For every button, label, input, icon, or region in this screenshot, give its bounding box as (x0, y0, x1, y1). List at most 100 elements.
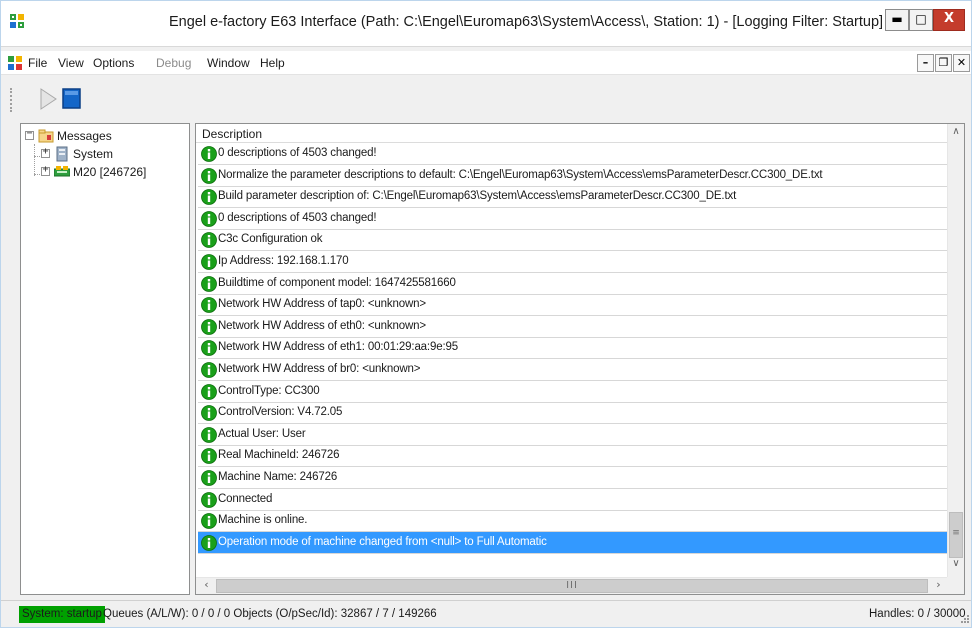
info-icon (201, 513, 217, 530)
maximize-button[interactable]: □ (909, 9, 933, 31)
tree-node-machine[interactable]: + M20 [246726] (41, 164, 189, 180)
vertical-scroll-thumb[interactable]: ≡ (949, 512, 963, 558)
list-item[interactable]: ControlType: CC300 (198, 381, 948, 403)
list-item[interactable]: Operation mode of machine changed from <… (198, 531, 948, 554)
info-icon (201, 362, 217, 378)
list-item[interactable]: Network HW Address of eth1: 00:01:29:aa:… (198, 337, 948, 360)
message-text: C3c Configuration ok (218, 233, 323, 246)
stop-icon[interactable] (59, 85, 85, 113)
mdi-restore-button[interactable]: ❐ (935, 54, 952, 72)
info-icon (201, 448, 217, 465)
info-icon (201, 275, 217, 292)
list-item[interactable]: 0 descriptions of 4503 changed! (198, 143, 948, 165)
menu-view[interactable]: View (58, 56, 84, 70)
menu-debug[interactable]: Debug (156, 56, 191, 70)
list-item[interactable]: Real MachineId: 246726 (198, 445, 948, 468)
message-text: 0 descriptions of 4503 changed! (218, 211, 377, 224)
info-icon (201, 426, 217, 443)
toolbar (1, 79, 971, 119)
message-text: Network HW Address of tap0: <unknown> (218, 298, 426, 311)
chevron-up-icon: ∧ (952, 126, 960, 137)
mdi-minimize-button[interactable]: – (917, 54, 934, 72)
menu-options[interactable]: Options (93, 56, 134, 70)
info-icon (201, 189, 217, 206)
grip-icon: III (566, 580, 578, 591)
message-tree[interactable]: − Messages + System + M20 [246726] (20, 123, 190, 595)
scroll-down-button[interactable]: ∨ (948, 558, 964, 575)
close-icon: X (943, 11, 955, 26)
title-bar[interactable]: Engel e-factory E63 Interface (Path: C:\… (1, 1, 971, 47)
toolbar-grip[interactable] (10, 88, 12, 112)
tree-label-system: System (73, 147, 114, 161)
list-item[interactable]: Connected (198, 489, 948, 511)
list-item[interactable]: Ip Address: 192.168.1.170 (198, 251, 948, 273)
info-icon (201, 340, 217, 357)
status-handles: Handles: 0 / 30000 (869, 608, 966, 620)
message-text: 0 descriptions of 4503 changed! (218, 147, 377, 159)
message-text: Operation mode of machine changed from <… (218, 535, 547, 548)
expand-icon: + (42, 146, 49, 157)
play-icon[interactable] (35, 85, 61, 113)
info-icon (201, 297, 217, 314)
scroll-right-button[interactable]: › (930, 578, 947, 594)
list-item[interactable]: C3c Configuration ok (198, 229, 948, 252)
tree-expander[interactable]: + (41, 146, 50, 158)
horizontal-scroll-thumb[interactable]: III (216, 579, 928, 593)
list-item[interactable]: Network HW Address of tap0: <unknown> (198, 294, 948, 317)
collapse-icon: − (26, 128, 33, 139)
mdi-close-button[interactable]: ✕ (953, 54, 970, 72)
mdi-minimize-icon: – (922, 56, 929, 69)
message-text: Build parameter description of: C:\Engel… (218, 190, 737, 203)
list-item[interactable]: ControlVersion: V4.72.05 (198, 402, 948, 425)
list-item[interactable]: Machine Name: 246726 (198, 467, 948, 489)
list-item[interactable]: Normalize the parameter descriptions to … (198, 165, 948, 187)
grip-icon: ≡ (952, 528, 960, 538)
message-text: Connected (218, 492, 273, 505)
list-item[interactable]: Actual User: User (198, 424, 948, 446)
menu-bar: File View Options Debug Window Help – ❐ … (1, 51, 971, 75)
scroll-left-button[interactable]: ‹ (198, 578, 215, 594)
tree-expander[interactable]: − (25, 128, 34, 140)
chevron-left-icon: ‹ (204, 578, 209, 591)
tree-node-messages[interactable]: − Messages (25, 128, 185, 144)
status-badge: System: startup (19, 606, 105, 623)
message-text: Real MachineId: 246726 (218, 449, 340, 462)
message-text: Normalize the parameter descriptions to … (218, 168, 823, 181)
resize-grip-icon[interactable] (959, 613, 969, 623)
minimize-button[interactable]: ▬ (885, 9, 909, 31)
tree-label-machine: M20 [246726] (73, 165, 147, 179)
menu-file[interactable]: File (28, 56, 47, 70)
list-item[interactable]: 0 descriptions of 4503 changed! (198, 208, 948, 230)
message-text: Network HW Address of eth1: 00:01:29:aa:… (218, 341, 459, 354)
info-icon (201, 210, 217, 227)
info-icon (201, 146, 217, 162)
list-item[interactable]: Network HW Address of eth0: <unknown> (198, 316, 948, 338)
document-icon[interactable] (7, 55, 23, 71)
list-item[interactable]: Network HW Address of br0: <unknown> (198, 359, 948, 381)
scroll-up-button[interactable]: ∧ (948, 126, 964, 143)
menu-help[interactable]: Help (260, 56, 285, 70)
window-title: Engel e-factory E63 Interface (Path: C:\… (169, 14, 884, 30)
horizontal-scrollbar[interactable]: ‹ III › (196, 577, 948, 594)
scroll-corner (947, 577, 964, 594)
list-item[interactable]: Machine is online. (198, 510, 948, 533)
tree-expander[interactable]: + (41, 164, 50, 176)
status-queues: Queues (A/L/W): 0 / 0 / 0 Objects (O/pSe… (103, 608, 437, 620)
tree-node-system[interactable]: + System (41, 146, 181, 162)
message-text: Buildtime of component model: 1647425581… (218, 276, 456, 289)
mdi-close-icon: ✕ (956, 56, 967, 69)
vertical-scrollbar[interactable]: ∧ ≡ ∨ (947, 124, 964, 577)
column-header-description[interactable]: Description (196, 124, 948, 143)
expand-icon: + (42, 164, 49, 175)
status-bar: System: startup Queues (A/L/W): 0 / 0 / … (1, 600, 971, 627)
mdi-restore-icon: ❐ (938, 56, 949, 69)
message-list[interactable]: Description 0 descriptions of 4503 chang… (195, 123, 965, 595)
machine-icon (54, 166, 70, 177)
info-icon (201, 167, 217, 184)
list-item[interactable]: Buildtime of component model: 1647425581… (198, 273, 948, 295)
tree-connector (34, 144, 35, 176)
menu-window[interactable]: Window (207, 56, 250, 70)
close-button[interactable]: X (933, 9, 965, 31)
message-text: Network HW Address of br0: <unknown> (218, 363, 421, 375)
list-item[interactable]: Build parameter description of: C:\Engel… (198, 186, 948, 209)
